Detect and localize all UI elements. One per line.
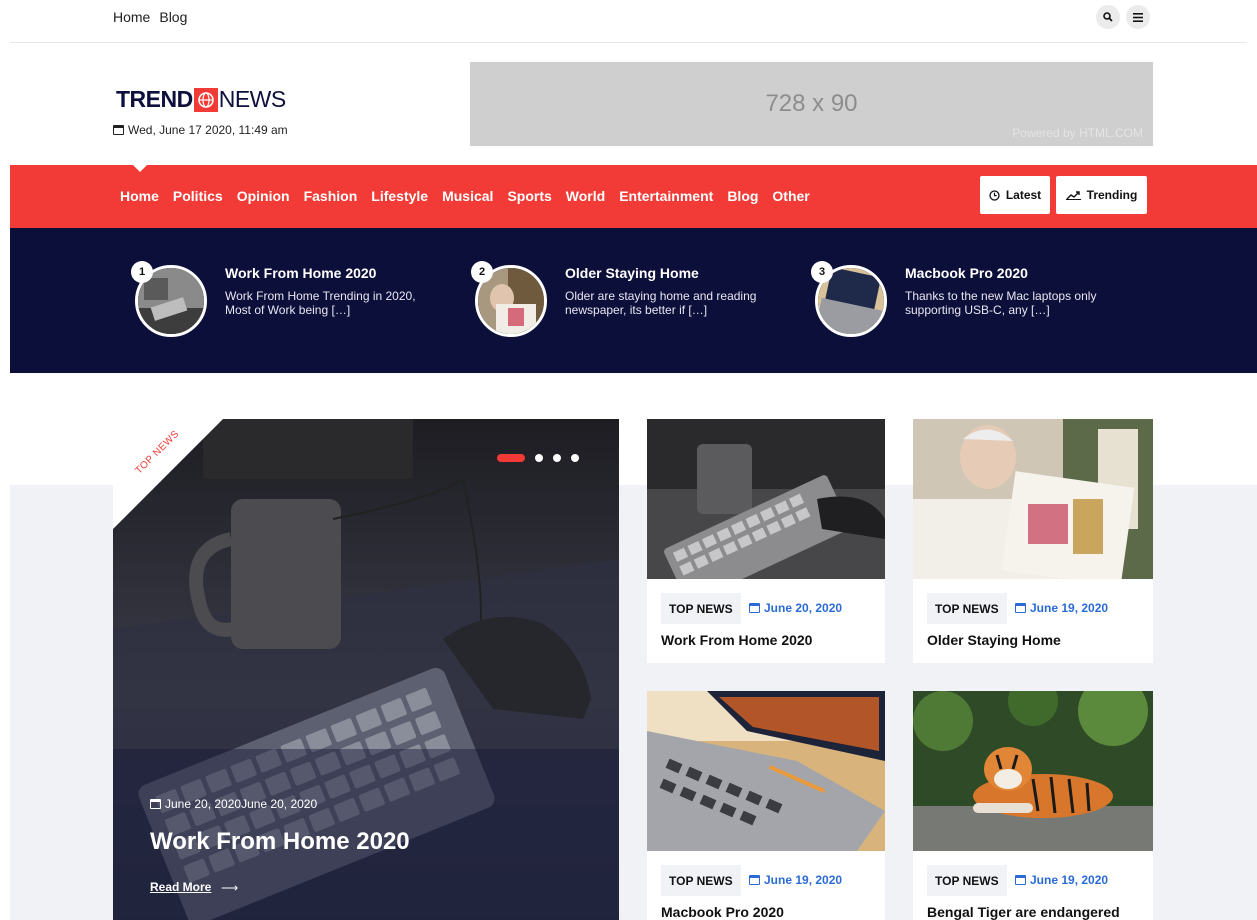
arrow-right-icon: ⟶ xyxy=(221,881,239,895)
trending-button[interactable]: Trending xyxy=(1056,176,1147,214)
site-logo[interactable]: TREND NEWS xyxy=(116,86,286,113)
trending-desc: Older are staying home and reading newsp… xyxy=(565,289,757,317)
top-icons xyxy=(1096,5,1150,29)
hero-date: June 20, 2020June 20, 2020 xyxy=(150,797,317,811)
main-nav: Home Politics Opinion Fashion Lifestyle … xyxy=(10,165,1257,228)
slider-dot[interactable] xyxy=(571,454,579,462)
search-button[interactable] xyxy=(1096,5,1120,29)
search-icon xyxy=(1103,12,1113,22)
trending-number: 1 xyxy=(131,261,153,283)
ad-size: 728 x 90 xyxy=(765,90,858,117)
card-date-text: June 19, 2020 xyxy=(764,873,843,887)
top-link-blog[interactable]: Blog xyxy=(159,9,187,25)
card-tag[interactable]: TOP NEWS xyxy=(661,865,741,896)
news-card[interactable]: TOP NEWS June 19, 2020 Macbook Pro 2020 xyxy=(647,691,885,920)
trending-title[interactable]: Work From Home 2020 xyxy=(225,265,465,281)
trending-strip: 1 Work From Home 2020 Work From Home Tre… xyxy=(10,228,1257,373)
card-title[interactable]: Macbook Pro 2020 xyxy=(661,904,784,920)
nav-item-sports[interactable]: Sports xyxy=(507,188,551,204)
card-image xyxy=(913,419,1153,579)
hero-slide[interactable]: TOP NEWS June 20, 2020June 20, 2020 Work… xyxy=(113,419,619,920)
card-date-text: June 19, 2020 xyxy=(1030,873,1109,887)
latest-button[interactable]: Latest xyxy=(980,176,1050,214)
current-date-text: Wed, June 17 2020, 11:49 am xyxy=(128,123,288,137)
top-link-home[interactable]: Home xyxy=(113,9,150,25)
nav-item-fashion[interactable]: Fashion xyxy=(304,188,358,204)
card-title[interactable]: Work From Home 2020 xyxy=(661,632,812,648)
nav-item-politics[interactable]: Politics xyxy=(173,188,223,204)
trending-label: Trending xyxy=(1086,188,1138,202)
card-tag[interactable]: TOP NEWS xyxy=(927,865,1007,896)
calendar-icon xyxy=(150,799,161,809)
card-tag[interactable]: TOP NEWS xyxy=(927,593,1007,624)
trending-title[interactable]: Macbook Pro 2020 xyxy=(905,265,1145,281)
read-more-link[interactable]: Read More xyxy=(150,880,211,894)
calendar-icon xyxy=(749,603,760,613)
card-tag[interactable]: TOP NEWS xyxy=(661,593,741,624)
globe-icon xyxy=(193,87,218,112)
top-bar: Home Blog xyxy=(10,0,1247,43)
trending-icon xyxy=(1065,191,1081,200)
nav-item-other[interactable]: Other xyxy=(772,188,809,204)
card-title[interactable]: Bengal Tiger are endangered xyxy=(927,904,1120,920)
card-image xyxy=(647,419,885,579)
trending-number: 2 xyxy=(471,261,493,283)
ad-powered: Powered by HTML.COM xyxy=(1012,126,1143,140)
card-date: June 19, 2020 xyxy=(749,873,842,887)
slider-dots xyxy=(497,454,579,462)
trending-number: 3 xyxy=(811,261,833,283)
nav-item-world[interactable]: World xyxy=(566,188,605,204)
nav-item-musical[interactable]: Musical xyxy=(442,188,493,204)
nav-menu: Home Politics Opinion Fashion Lifestyle … xyxy=(120,188,810,204)
ad-banner[interactable]: 728 x 90 Powered by HTML.COM xyxy=(470,62,1153,146)
card-date: June 19, 2020 xyxy=(1015,873,1108,887)
nav-item-lifestyle[interactable]: Lifestyle xyxy=(371,188,428,204)
latest-label: Latest xyxy=(1005,188,1042,202)
trending-title[interactable]: Older Staying Home xyxy=(565,265,805,281)
calendar-icon xyxy=(1015,603,1026,613)
calendar-icon xyxy=(113,125,124,135)
clock-icon xyxy=(989,189,1000,201)
trending-desc: Work From Home Trending in 2020, Most of… xyxy=(225,289,416,317)
slider-dot[interactable] xyxy=(553,454,561,462)
nav-item-entertainment[interactable]: Entertainment xyxy=(619,188,713,204)
calendar-icon xyxy=(1015,875,1026,885)
news-card[interactable]: TOP NEWS June 19, 2020 Older Staying Hom… xyxy=(913,419,1153,663)
menu-button[interactable] xyxy=(1126,5,1150,29)
card-date: June 19, 2020 xyxy=(1015,601,1108,615)
card-title[interactable]: Older Staying Home xyxy=(927,632,1061,648)
hero-title[interactable]: Work From Home 2020 xyxy=(150,828,410,856)
slider-dot-active[interactable] xyxy=(497,454,525,462)
logo-trend: TREND xyxy=(116,86,193,112)
card-image xyxy=(913,691,1153,851)
news-card[interactable]: TOP NEWS June 19, 2020 Bengal Tiger are … xyxy=(913,691,1153,920)
news-card[interactable]: TOP NEWS June 20, 2020 Work From Home 20… xyxy=(647,419,885,663)
top-links: Home Blog xyxy=(113,9,187,25)
nav-item-blog[interactable]: Blog xyxy=(727,188,758,204)
active-pointer xyxy=(133,165,147,172)
slider-dot[interactable] xyxy=(535,454,543,462)
nav-item-home[interactable]: Home xyxy=(120,188,159,204)
card-date-text: June 19, 2020 xyxy=(1030,601,1109,615)
hamburger-icon xyxy=(1133,12,1143,22)
logo-news: NEWS xyxy=(218,86,287,112)
card-date-text: June 20, 2020 xyxy=(764,601,843,615)
card-date: June 20, 2020 xyxy=(749,601,842,615)
nav-item-opinion[interactable]: Opinion xyxy=(237,188,290,204)
hero-date-text: June 20, 2020June 20, 2020 xyxy=(165,797,318,811)
calendar-icon xyxy=(749,875,760,885)
card-image xyxy=(647,691,885,851)
current-date: Wed, June 17 2020, 11:49 am xyxy=(113,123,288,137)
trending-desc: Thanks to the new Mac laptops only suppo… xyxy=(905,289,1097,317)
